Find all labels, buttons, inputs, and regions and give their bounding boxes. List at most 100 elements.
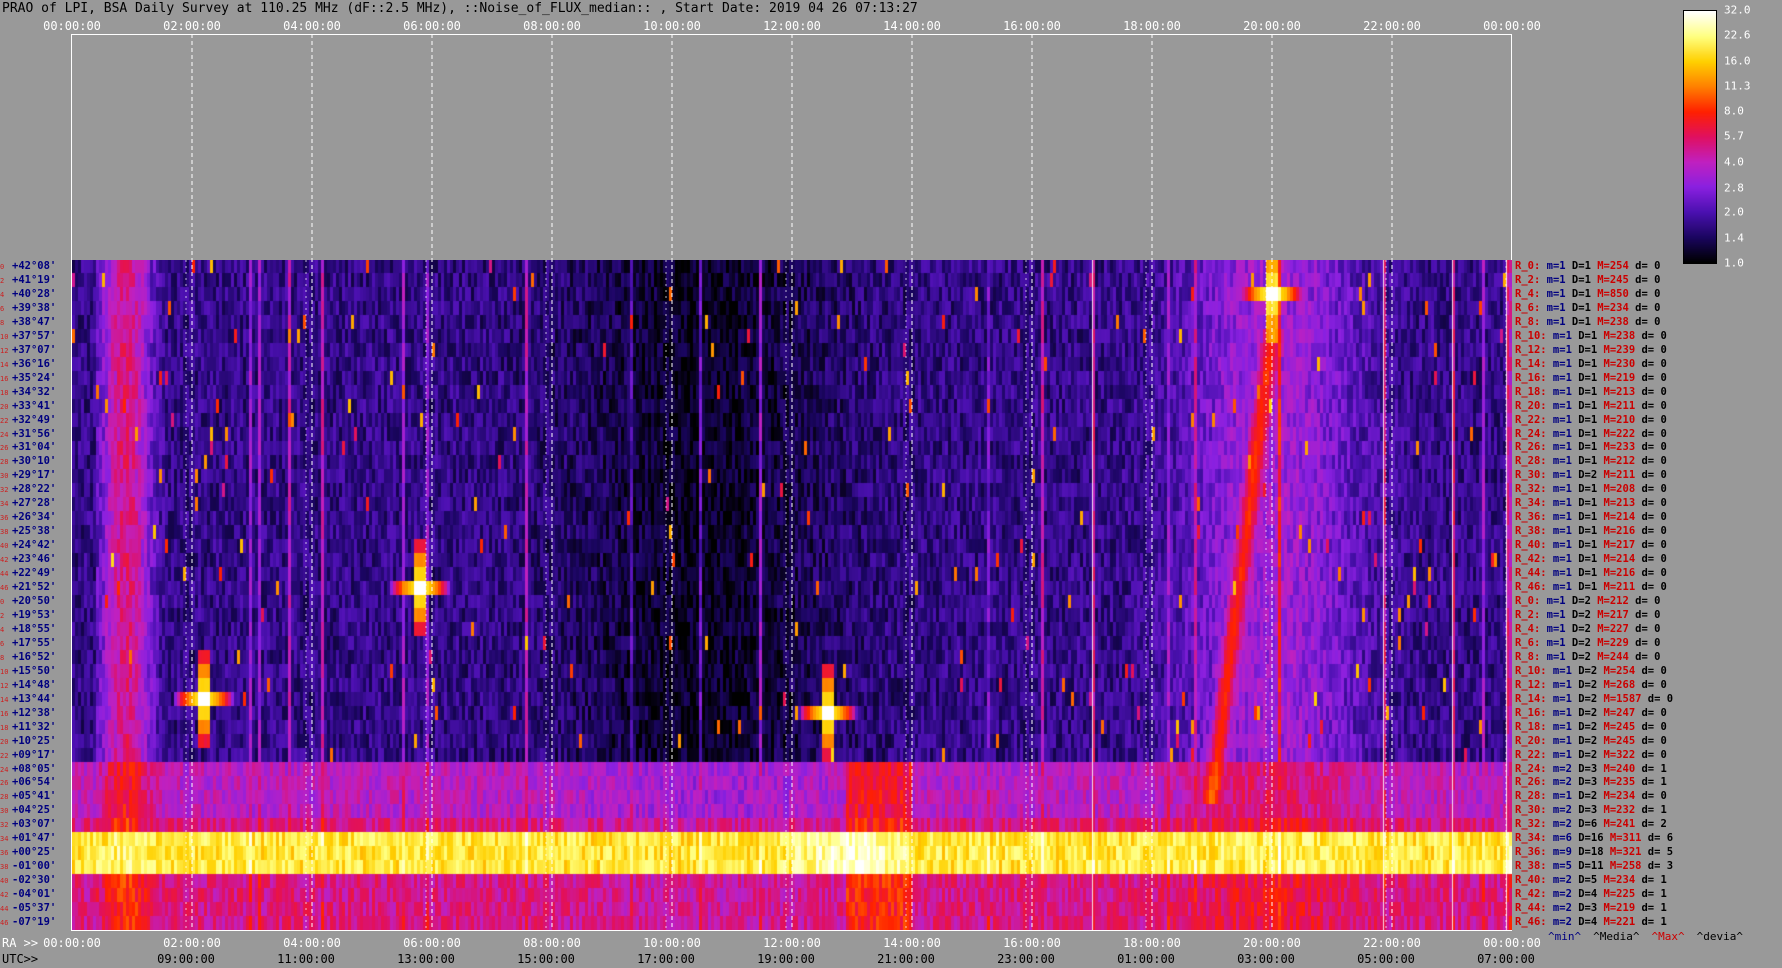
stat-max-prefix: M=	[1597, 790, 1617, 803]
stat-devia-prefix: d=	[1635, 734, 1661, 747]
stat-max-prefix: M=	[1590, 260, 1610, 272]
stat-media-prefix: D=	[1571, 455, 1591, 468]
stat-min-prefix: m=	[1546, 427, 1566, 440]
stat-receiver: R_22:	[1515, 413, 1547, 426]
top-tick-label: 02:00:00	[163, 19, 221, 33]
declination-label: 14 +36°16'	[0, 357, 70, 371]
stat-receiver: R_32:	[1515, 818, 1547, 831]
stat-devia: 1	[1660, 874, 1667, 887]
stat-row: R_36: m=9 D=18 M=321 d= 5	[1515, 845, 1673, 859]
declination-value: +19°53'	[12, 608, 57, 621]
stat-media-prefix: D=	[1571, 748, 1591, 761]
stat-max: 244	[1609, 650, 1629, 663]
stat-devia: 1	[1660, 916, 1667, 929]
stat-media-prefix: D=	[1565, 608, 1585, 621]
row-index: 42	[0, 891, 9, 900]
stat-receiver: R_4:	[1515, 622, 1541, 635]
colorbar-tick-label: 32.0	[1724, 3, 1751, 17]
row-index: 8	[0, 318, 5, 327]
stat-receiver: R_10:	[1515, 664, 1547, 677]
stat-legend-item: ^devia^	[1696, 930, 1743, 943]
declination-label: 18 +34°32'	[0, 385, 70, 399]
stat-receiver: R_14:	[1515, 357, 1547, 370]
stat-media-prefix: D=	[1565, 595, 1585, 607]
row-index: 30	[0, 807, 9, 816]
stat-receiver: R_14:	[1515, 692, 1547, 705]
row-index: 46	[0, 584, 9, 593]
row-index: 14	[0, 695, 9, 704]
declination-value: +34°32'	[12, 385, 57, 398]
stat-max: 211	[1616, 469, 1636, 482]
stat-max-prefix: M=	[1597, 888, 1617, 901]
stat-min-prefix: m=	[1546, 804, 1566, 817]
stat-max-prefix: M=	[1603, 860, 1623, 873]
stat-devia-prefix: d=	[1635, 469, 1661, 482]
stat-min-prefix: m=	[1540, 622, 1560, 635]
declination-value: +33°41'	[12, 399, 57, 412]
stat-row: R_30: m=2 D=3 M=232 d= 1	[1515, 803, 1667, 817]
stat-row: R_2: m=1 D=1 M=245 d= 0	[1515, 273, 1660, 287]
stat-media-prefix: D=	[1571, 567, 1591, 580]
stat-row: R_18: m=1 D=2 M=245 d= 0	[1515, 720, 1667, 734]
stat-devia-prefix: d=	[1635, 874, 1661, 887]
stat-max-prefix: M=	[1597, 874, 1617, 887]
stat-max-prefix: M=	[1603, 846, 1623, 859]
stat-receiver: R_28:	[1515, 790, 1547, 803]
stat-receiver: R_8:	[1515, 315, 1541, 328]
declination-value: +42°08'	[12, 260, 57, 272]
stat-min-prefix: m=	[1540, 273, 1560, 286]
stat-receiver: R_42:	[1515, 553, 1547, 566]
stat-min-prefix: m=	[1546, 385, 1566, 398]
stat-min-prefix: m=	[1546, 692, 1566, 705]
stat-media-prefix: D=	[1571, 357, 1591, 370]
declination-value: +31°56'	[12, 427, 57, 440]
stat-max: 210	[1616, 413, 1636, 426]
stat-max: 241	[1616, 818, 1636, 831]
stat-row: R_42: m=1 D=1 M=214 d= 0	[1515, 552, 1667, 566]
stat-min-prefix: m=	[1546, 832, 1566, 845]
stat-max: 322	[1616, 748, 1636, 761]
stat-devia: 0	[1660, 525, 1667, 538]
stat-row: R_38: m=5 D=11 M=258 d= 3	[1515, 859, 1673, 873]
stat-min-prefix: m=	[1546, 860, 1566, 873]
stat-devia-prefix: d=	[1641, 832, 1667, 845]
stat-row: R_24: m=2 D=3 M=240 d= 1	[1515, 762, 1667, 776]
top-tick-label: 00:00:00	[1483, 19, 1541, 33]
stat-devia-prefix: d=	[1628, 260, 1655, 272]
stat-media-prefix: D=	[1571, 427, 1591, 440]
ra-tick-label: 22:00:00	[1363, 936, 1421, 950]
stat-max-prefix: M=	[1597, 916, 1617, 929]
row-index: 8	[0, 653, 5, 662]
declination-value: +25°38'	[12, 525, 57, 538]
stat-min-prefix: m=	[1546, 678, 1566, 691]
stat-media-prefix: D=	[1565, 315, 1585, 328]
stat-max: 234	[1616, 790, 1636, 803]
declination-value: +32°49'	[12, 413, 57, 426]
stat-media-prefix: D=	[1571, 678, 1591, 691]
stat-legend-item: ^Media^	[1593, 930, 1640, 943]
declination-label: 6 +39°38'	[0, 301, 70, 315]
stat-media-prefix: D=	[1571, 441, 1591, 454]
ra-tick-label: 00:00:00	[43, 936, 101, 950]
stat-row: R_36: m=1 D=1 M=214 d= 0	[1515, 510, 1667, 524]
stat-min-prefix: m=	[1546, 511, 1566, 524]
row-index: 36	[0, 514, 9, 523]
stat-media-prefix: D=	[1571, 511, 1591, 524]
stat-max-prefix: M=	[1590, 650, 1610, 663]
heatmap-canvas	[72, 260, 1512, 930]
declination-label: 24 +08°05'	[0, 762, 70, 776]
stat-media-prefix: D=	[1571, 902, 1591, 915]
top-tick-label: 10:00:00	[643, 19, 701, 33]
row-index: 46	[0, 919, 9, 928]
stat-row: R_44: m=2 D=3 M=219 d= 1	[1515, 901, 1667, 915]
stat-receiver: R_42:	[1515, 888, 1547, 901]
stat-min-prefix: m=	[1546, 581, 1566, 594]
stat-devia-prefix: d=	[1635, 804, 1661, 817]
declination-value: +03°07'	[12, 818, 57, 831]
stat-min-prefix: m=	[1546, 762, 1566, 775]
stat-receiver: R_12:	[1515, 343, 1547, 356]
ra-axis-label: RA >>	[2, 936, 39, 950]
declination-label: 36 +00°25'	[0, 845, 70, 859]
stat-devia: 0	[1666, 692, 1674, 705]
row-index: 0	[0, 263, 5, 271]
